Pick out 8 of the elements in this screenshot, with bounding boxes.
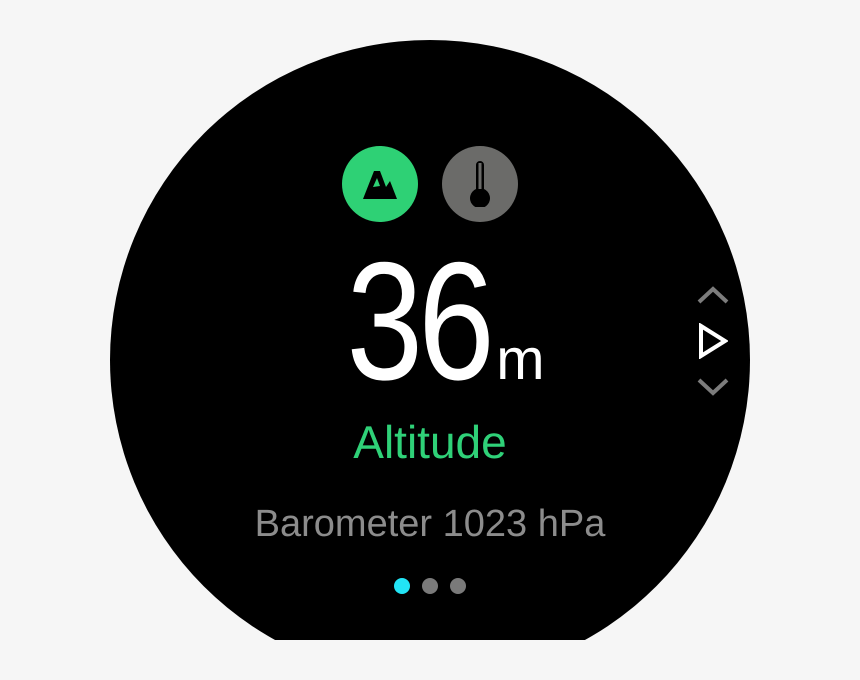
play-icon[interactable]: [698, 323, 728, 359]
up-chevron-icon[interactable]: [696, 285, 730, 305]
barometer-reading: Barometer 1023 hPa: [254, 502, 606, 547]
altitude-value: 36: [346, 236, 490, 406]
metric-label: Altitude: [353, 415, 507, 470]
thermometer-icon: [468, 161, 492, 207]
unit-label: m: [496, 326, 545, 394]
down-chevron-icon[interactable]: [696, 377, 730, 397]
